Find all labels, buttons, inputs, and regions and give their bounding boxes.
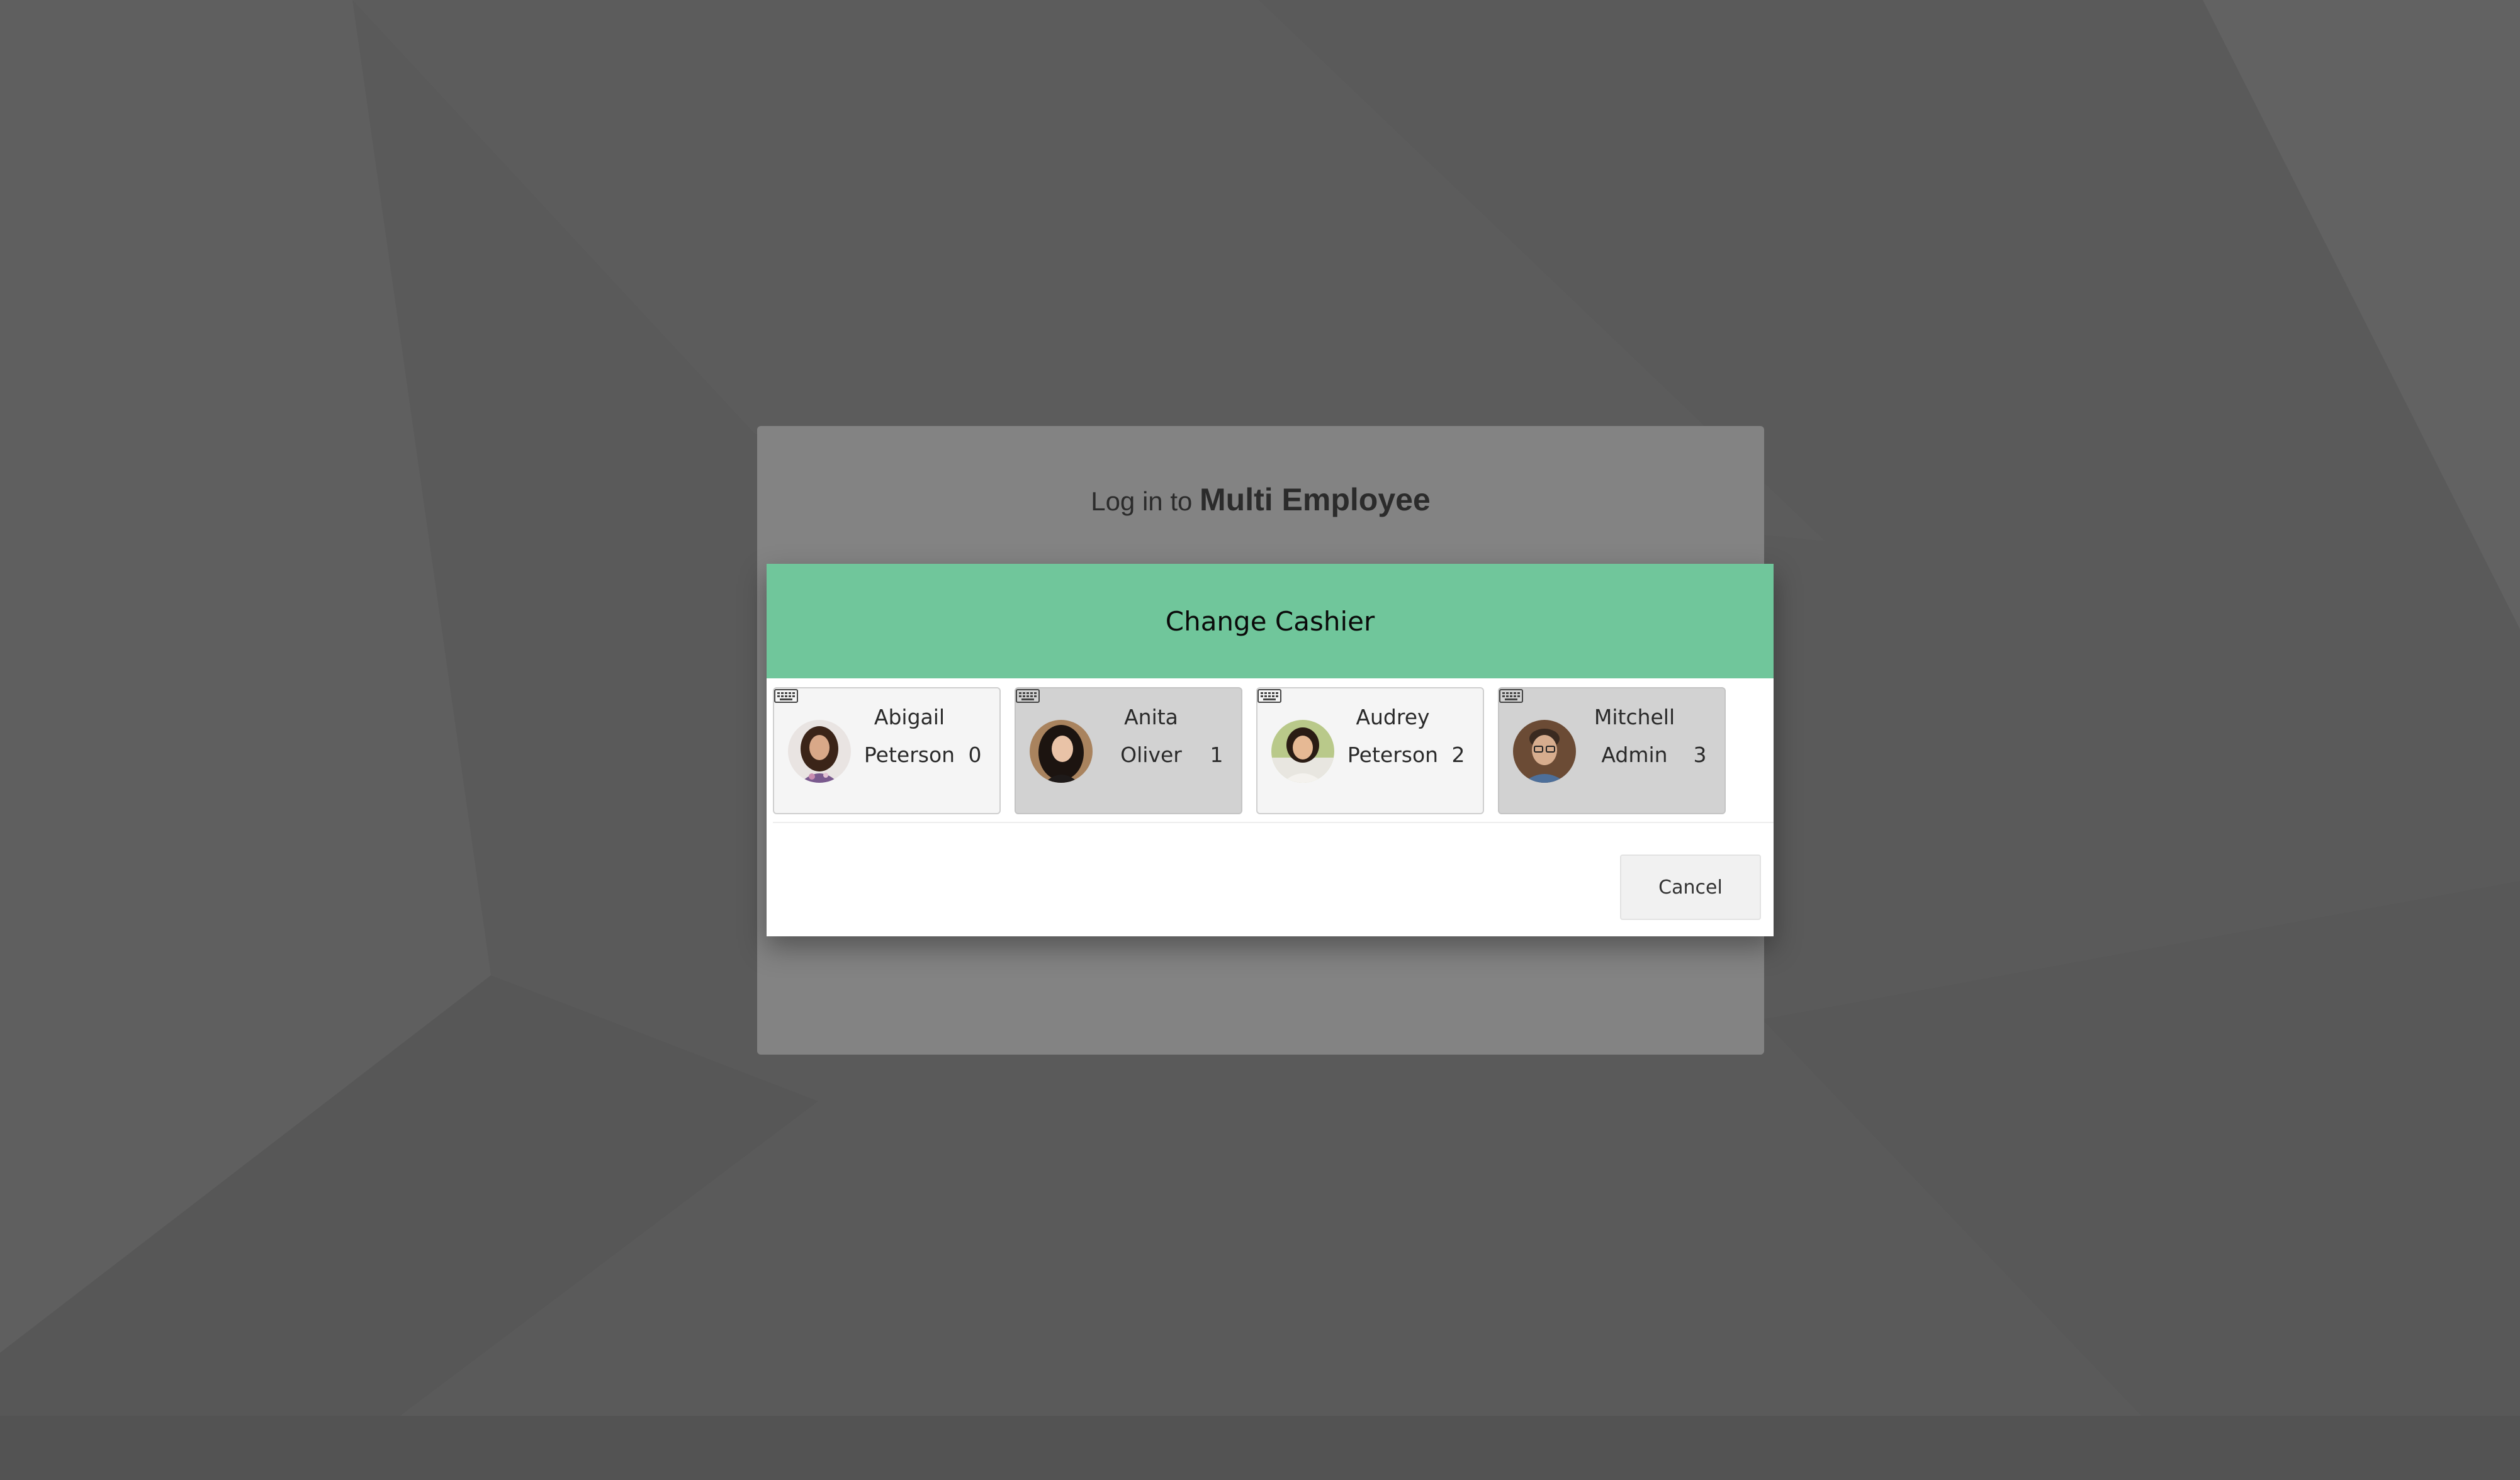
avatar: [1271, 720, 1334, 783]
avatar: [788, 720, 851, 783]
cashier-card-mitchell[interactable]: Mitchell Admin 3: [1498, 687, 1726, 814]
dialog-title: Change Cashier: [1165, 605, 1375, 637]
login-title-prefix: Log in to: [1091, 486, 1193, 516]
cashier-first-name: Mitchell: [1594, 705, 1675, 729]
cashier-number: 0: [968, 743, 982, 767]
cashier-card-abigail[interactable]: Abigail Peterson 0: [773, 687, 1001, 814]
cashier-last-name: Peterson: [1347, 743, 1439, 767]
avatar: [1030, 720, 1093, 783]
keyboard-icon: [774, 689, 798, 703]
change-cashier-dialog: Change Cashier Abigail Peterson 0 Anita …: [767, 564, 1774, 936]
cashier-number: 1: [1210, 743, 1223, 767]
keyboard-icon: [1257, 689, 1281, 703]
cashier-last-name: Peterson: [863, 743, 955, 767]
cashier-number: 3: [1693, 743, 1707, 767]
cashier-first-name: Abigail: [874, 705, 945, 729]
cashier-last-name: Admin: [1601, 743, 1668, 767]
avatar: [1513, 720, 1576, 783]
dialog-header: Change Cashier: [767, 564, 1774, 678]
screen-backdrop: Log in to Multi Employee Change Cashier: [0, 0, 2520, 1480]
login-title: Log in to Multi Employee: [757, 481, 1764, 518]
cashier-number: 2: [1451, 743, 1465, 767]
cashier-card-audrey[interactable]: Audrey Peterson 2: [1256, 687, 1484, 814]
cashier-first-name: Audrey: [1356, 705, 1430, 729]
keyboard-icon: [1016, 689, 1040, 703]
cashier-first-name: Anita: [1124, 705, 1178, 729]
cashier-card-anita[interactable]: Anita Oliver 1: [1015, 687, 1242, 814]
company-name: Multi Employee: [1200, 482, 1431, 517]
keyboard-icon: [1499, 689, 1523, 703]
cashier-last-name: Oliver: [1120, 743, 1182, 767]
cancel-button[interactable]: Cancel: [1620, 855, 1761, 920]
dialog-divider: [773, 822, 1774, 823]
